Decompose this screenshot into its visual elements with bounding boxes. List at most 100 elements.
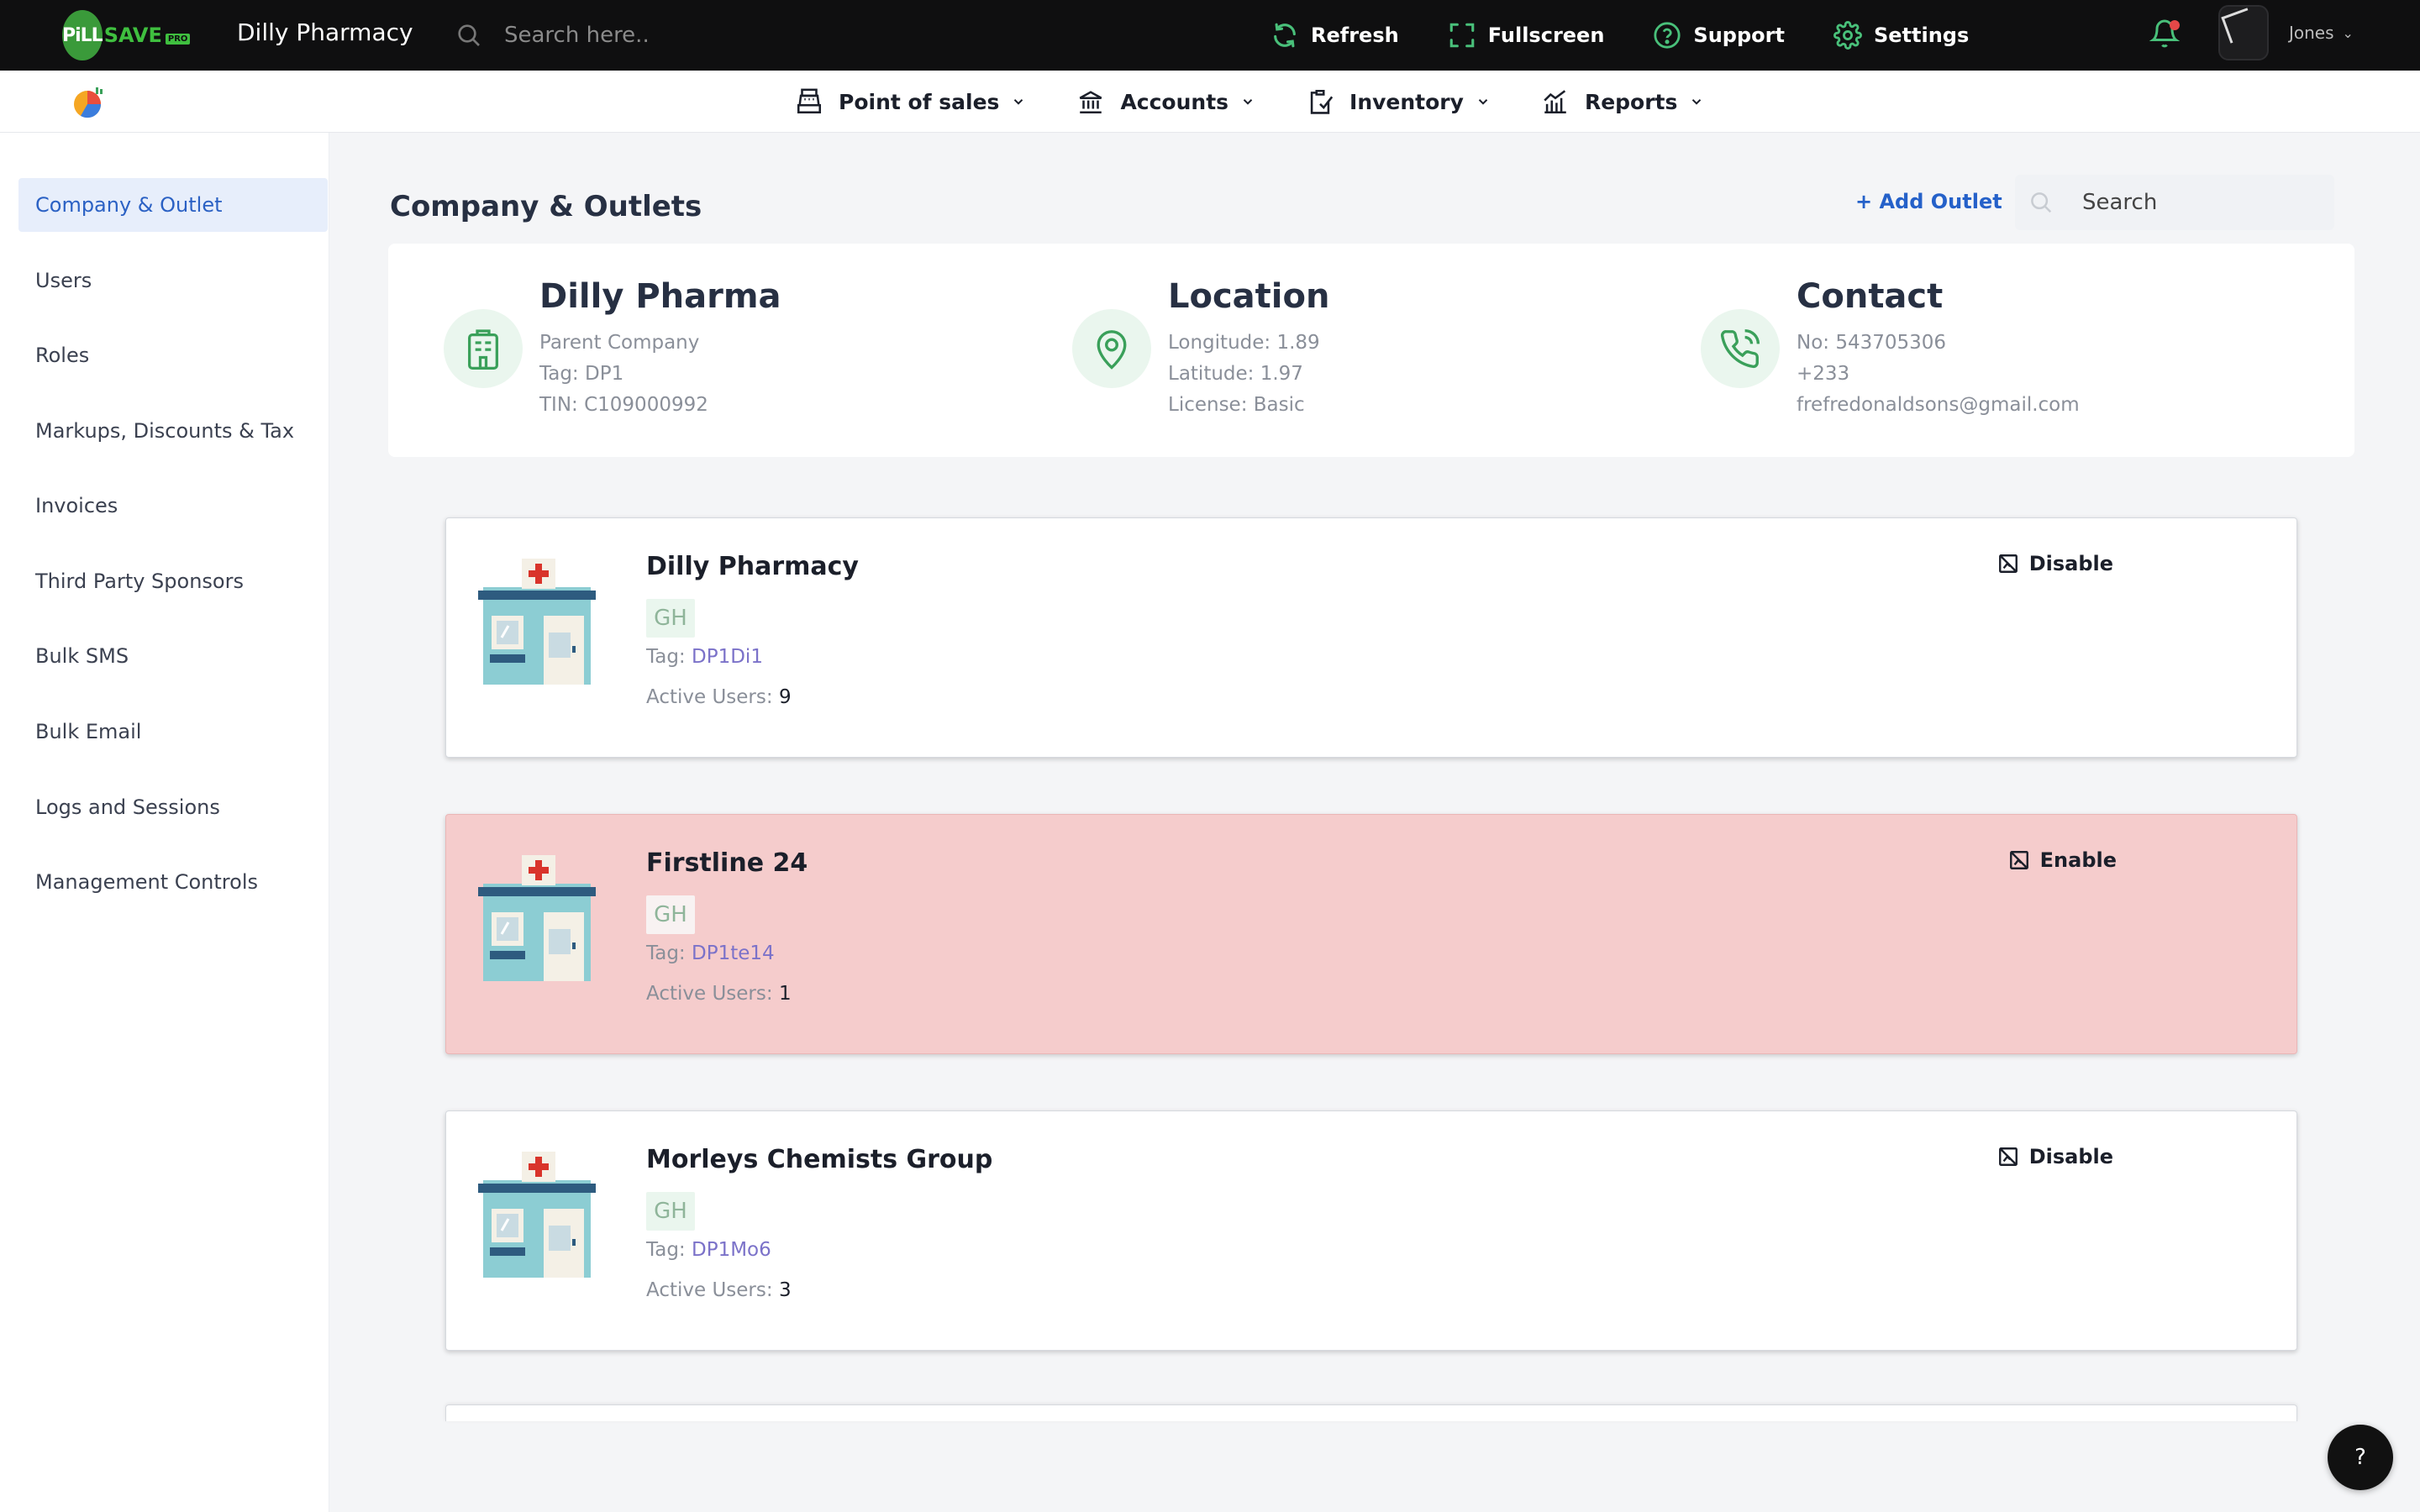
country-badge: GH — [646, 895, 695, 934]
tag-label: Tag: — [646, 1239, 686, 1261]
help-circle-icon — [1654, 22, 1681, 49]
sidebar-item-company-outlet[interactable]: Company & Outlet — [18, 178, 328, 232]
notification-dot — [2170, 20, 2180, 30]
outlet-tag: Tag: DP1te14 — [646, 942, 775, 964]
active-users-label: Active Users: — [646, 686, 773, 708]
help-button[interactable]: ? — [2328, 1425, 2393, 1490]
sidebar-item-markups[interactable]: Markups, Discounts & Tax — [18, 404, 328, 458]
sidebar-item-label: Roles — [35, 344, 90, 367]
active-users-count: 1 — [778, 983, 792, 1005]
company-info-card: Dilly Pharma Parent Company Tag: DP1 TIN… — [388, 244, 2354, 457]
outlet-card[interactable]: Firstline 24 GH Tag: DP1te14 Active User… — [445, 814, 2297, 1054]
user-name: Jones — [2289, 23, 2334, 43]
support-button[interactable]: Support — [1653, 21, 1785, 50]
disable-outlet-button[interactable]: Disable — [1997, 1145, 2113, 1168]
sidebar: Company & Outlet Users Roles Markups, Di… — [0, 133, 329, 1512]
active-users-count: 3 — [778, 1279, 792, 1301]
refresh-icon — [1274, 23, 1296, 48]
tag-label: Tag: — [646, 646, 686, 668]
settings-button[interactable]: Settings — [1833, 21, 1969, 50]
fullscreen-button[interactable]: Fullscreen — [1448, 21, 1605, 50]
company-tin: TIN: C109000992 — [539, 394, 708, 416]
sidebar-item-management-controls[interactable]: Management Controls — [18, 855, 328, 909]
sidebar-item-bulk-sms[interactable]: Bulk SMS — [18, 629, 328, 683]
pie-chart-logo-icon[interactable] — [71, 86, 106, 123]
image-off-icon — [1998, 554, 2018, 573]
license: License: Basic — [1168, 394, 1305, 416]
nav-accounts[interactable]: Accounts — [1076, 87, 1255, 116]
pharmacy-building-icon — [478, 1152, 596, 1278]
enable-outlet-button[interactable]: Enable — [2008, 848, 2117, 872]
sidebar-item-roles[interactable]: Roles — [18, 328, 328, 382]
nav-point-of-sales[interactable]: Point of sales — [795, 87, 1026, 116]
sidebar-item-invoices[interactable]: Invoices — [18, 479, 328, 533]
nav-inventory[interactable]: Inventory — [1306, 87, 1491, 116]
tag-value: DP1Di1 — [692, 646, 763, 668]
pharmacy-building-icon — [478, 855, 596, 981]
logo-save: SAVE — [103, 24, 162, 47]
top-search-input[interactable] — [504, 23, 756, 48]
nav-reports-label: Reports — [1584, 89, 1678, 114]
contact-number: No: 543705306 — [1797, 332, 1947, 354]
chevron-down-icon — [1478, 99, 1488, 105]
contact-heading: Contact — [1797, 277, 1944, 316]
sidebar-item-label: Management Controls — [35, 870, 258, 894]
location-heading: Location — [1168, 277, 1330, 316]
enable-label: Enable — [2039, 848, 2117, 872]
disable-outlet-button[interactable]: Disable — [1997, 552, 2113, 575]
support-label: Support — [1693, 24, 1785, 47]
nav-inventory-label: Inventory — [1349, 89, 1464, 114]
sidebar-item-users[interactable]: Users — [18, 254, 328, 307]
notifications-button[interactable] — [2149, 18, 2181, 52]
outlet-tag: Tag: DP1Di1 — [646, 646, 763, 668]
add-outlet-button[interactable]: + Add Outlet — [1855, 190, 2002, 213]
outlet-search-input[interactable] — [2082, 190, 2334, 215]
outlet-name: Morleys Chemists Group — [646, 1145, 993, 1174]
page-title: Company & Outlets — [390, 190, 702, 223]
user-menu[interactable]: Jones ⌄ — [2218, 5, 2354, 60]
sidebar-item-label: Third Party Sponsors — [35, 570, 244, 593]
chevron-down-icon — [1692, 99, 1702, 105]
sidebar-item-label: Invoices — [35, 494, 118, 517]
chevron-down-icon — [1014, 99, 1023, 105]
top-search — [455, 17, 758, 54]
tag-value: DP1Mo6 — [692, 1239, 771, 1261]
search-icon — [458, 24, 480, 46]
sidebar-item-logs-sessions[interactable]: Logs and Sessions — [18, 780, 328, 834]
outlet-active-users: Active Users: 9 — [646, 686, 792, 708]
app-logo[interactable]: PiLL SAVE PRO — [62, 8, 191, 62]
outlet-tag: Tag: DP1Mo6 — [646, 1239, 771, 1261]
disable-label: Disable — [2028, 1145, 2113, 1168]
nav-accounts-label: Accounts — [1120, 89, 1229, 114]
company-name: Dilly Pharma — [539, 277, 781, 316]
fullscreen-label: Fullscreen — [1487, 24, 1605, 47]
logo-pro-badge: PRO — [165, 33, 191, 45]
outlet-name: Dilly Pharmacy — [646, 552, 859, 581]
image-off-icon — [1998, 1147, 2018, 1166]
sidebar-item-label: Users — [35, 269, 92, 292]
settings-label: Settings — [1873, 24, 1970, 47]
nav-bar: Point of sales Accounts Inventory Report… — [0, 71, 2420, 133]
map-pin-icon — [1072, 309, 1151, 388]
country-badge: GH — [646, 1192, 695, 1231]
top-actions: Refresh Fullscreen Support Settings — [1270, 0, 2018, 71]
refresh-button[interactable]: Refresh — [1270, 21, 1399, 50]
bank-icon — [1080, 91, 1102, 114]
outlet-card[interactable]: Dilly Pharmacy GH Tag: DP1Di1 Active Use… — [445, 517, 2297, 758]
sidebar-item-label: Logs and Sessions — [35, 795, 220, 819]
sidebar-item-label: Bulk SMS — [35, 644, 129, 668]
sidebar-item-bulk-email[interactable]: Bulk Email — [18, 705, 328, 759]
contact-email: frefredonaldsons@gmail.com — [1797, 394, 2080, 416]
active-users-count: 9 — [778, 686, 792, 708]
avatar — [2218, 5, 2269, 60]
outlet-card[interactable]: Morleys Chemists Group GH Tag: DP1Mo6 Ac… — [445, 1110, 2297, 1351]
company-tag: Tag: DP1 — [539, 363, 624, 385]
nav-reports[interactable]: Reports — [1541, 87, 1704, 116]
outlet-active-users: Active Users: 1 — [646, 983, 792, 1005]
sidebar-item-third-party-sponsors[interactable]: Third Party Sponsors — [18, 554, 328, 608]
app-title: Dilly Pharmacy — [237, 18, 413, 46]
tag-label: Tag: — [646, 942, 686, 964]
refresh-label: Refresh — [1311, 24, 1399, 47]
tag-value: DP1te14 — [692, 942, 775, 964]
latitude: Latitude: 1.97 — [1168, 363, 1303, 385]
